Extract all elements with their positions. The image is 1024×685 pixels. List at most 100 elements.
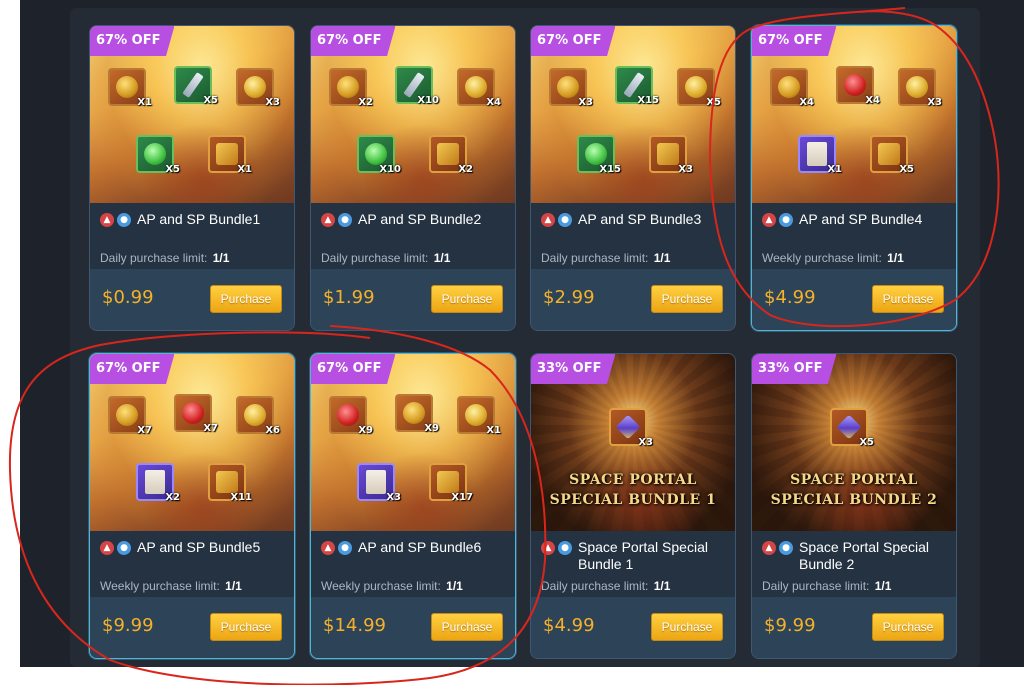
purchase-limit-label: Daily purchase limit:	[321, 251, 429, 265]
reward-item[interactable]: X3	[549, 68, 593, 108]
bundle-card[interactable]: 67% OFF X2 X10 X4 X10 X2 ▲ ● AP and SP Bundle2 Da…	[310, 25, 516, 331]
item-quantity: X9	[358, 425, 373, 436]
item-quantity: X4	[486, 97, 501, 108]
scroll-icon	[807, 142, 827, 166]
purchase-button[interactable]: Purchase	[431, 285, 503, 313]
item-quantity: X1	[137, 97, 152, 108]
reward-item[interactable]: X3	[357, 463, 401, 503]
reward-item[interactable]: X1	[208, 135, 252, 175]
sword-icon	[182, 72, 204, 98]
bundle-footer: $4.99 Purchase	[531, 597, 735, 658]
reward-item[interactable]: X7	[108, 396, 152, 436]
bundle-artwork: 67% OFF X7 X7 X6 X2 X11	[90, 354, 294, 558]
bundle-name: AP and SP Bundle6	[358, 539, 482, 555]
item-quantity: X3	[578, 97, 593, 108]
purchase-limit-value: 1/1	[212, 251, 230, 265]
bundle-card[interactable]: 67% OFF X9 X9 X1 X3 X17 ▲ ● AP and SP Bundle6 Wee…	[310, 353, 516, 659]
potion-icon	[337, 76, 359, 98]
tag-icon: ●	[558, 213, 572, 227]
reward-item[interactable]: X1	[108, 68, 152, 108]
v-emblem-icon	[878, 143, 900, 165]
coins-icon	[244, 76, 266, 98]
purchase-limit: Daily purchase limit: 1/1	[541, 579, 670, 593]
bundle-price: $4.99	[543, 615, 595, 636]
bundle-info: ▲ ● AP and SP Bundle3 Daily purchase limit:…	[531, 203, 735, 269]
reward-item[interactable]: X4	[836, 66, 880, 106]
reward-item[interactable]: X9	[395, 394, 439, 434]
reward-item[interactable]: X4	[457, 68, 501, 108]
reward-item[interactable]: X1	[798, 135, 842, 175]
reward-item[interactable]: X17	[429, 463, 473, 503]
purchase-limit-label: Daily purchase limit:	[100, 251, 208, 265]
discount-badge: 33% OFF	[531, 354, 616, 384]
fire-icon: ▲	[100, 213, 114, 227]
reward-item[interactable]: X3	[236, 68, 280, 108]
reward-item[interactable]: X4	[770, 68, 814, 108]
item-quantity: X11	[230, 492, 252, 503]
reward-item[interactable]: X7	[174, 394, 218, 434]
purchase-button[interactable]: Purchase	[872, 613, 944, 641]
reward-item[interactable]: X2	[429, 135, 473, 175]
art-title-line1: SPACE PORTAL	[790, 472, 918, 488]
bundle-info: ▲ ● Space Portal Special Bundle 2 Daily pur…	[752, 531, 956, 597]
item-quantity: X4	[865, 95, 880, 106]
tag-icon: ●	[558, 541, 572, 555]
bundle-card[interactable]: 67% OFF X3 X15 X5 X15 X3 ▲ ● AP and SP Bundle3 Da…	[530, 25, 736, 331]
purchase-limit: Daily purchase limit: 1/1	[541, 251, 670, 265]
bundle-card[interactable]: 33% OFF X3 SPACE PORTAL SPECIAL BUNDLE 1 ▲ ● S…	[530, 353, 736, 659]
purchase-limit-label: Weekly purchase limit:	[762, 251, 882, 265]
purchase-limit-value: 1/1	[653, 579, 671, 593]
discount-badge: 67% OFF	[311, 354, 396, 384]
bundle-card[interactable]: 67% OFF X7 X7 X6 X2 X11 ▲ ● AP and SP Bundle5 Wee…	[89, 353, 295, 659]
coins-icon	[244, 404, 266, 426]
bundle-info: ▲ ● AP and SP Bundle2 Daily purchase limit:…	[311, 203, 515, 269]
item-quantity: X3	[386, 492, 401, 503]
reward-item[interactable]: X2	[329, 68, 373, 108]
purchase-button[interactable]: Purchase	[872, 285, 944, 313]
item-quantity: X3	[927, 97, 942, 108]
purchase-button[interactable]: Purchase	[651, 613, 723, 641]
reward-item[interactable]: X1	[457, 396, 501, 436]
purchase-button[interactable]: Purchase	[210, 285, 282, 313]
reward-item[interactable]: X3	[609, 408, 653, 448]
purchase-button[interactable]: Purchase	[210, 613, 282, 641]
reward-item[interactable]: X10	[357, 135, 401, 175]
item-quantity: X3	[678, 164, 693, 175]
reward-item[interactable]: X6	[236, 396, 280, 436]
reward-item[interactable]: X15	[577, 135, 621, 175]
reward-item[interactable]: X3	[649, 135, 693, 175]
item-quantity: X1	[486, 425, 501, 436]
tag-icon: ●	[338, 541, 352, 555]
tag-icon: ●	[117, 213, 131, 227]
reward-item[interactable]: X11	[208, 463, 252, 503]
purchase-limit: Daily purchase limit: 1/1	[762, 579, 891, 593]
reward-item[interactable]: X3	[898, 68, 942, 108]
item-quantity: X10	[417, 95, 439, 106]
flask-icon	[144, 143, 166, 165]
purchase-limit-value: 1/1	[446, 579, 463, 593]
reward-item[interactable]: X5	[136, 135, 180, 175]
reward-item[interactable]: X9	[329, 396, 373, 436]
item-quantity: X17	[451, 492, 473, 503]
reward-item[interactable]: X2	[136, 463, 180, 503]
reward-item[interactable]: X5	[870, 135, 914, 175]
item-quantity: X1	[827, 164, 842, 175]
reward-item[interactable]: X5	[830, 408, 874, 448]
reward-item[interactable]: X5	[677, 68, 721, 108]
bundle-card[interactable]: 33% OFF X5 SPACE PORTAL SPECIAL BUNDLE 2 ▲ ● S…	[751, 353, 957, 659]
reward-item[interactable]: X15	[615, 66, 659, 106]
purchase-button[interactable]: Purchase	[651, 285, 723, 313]
fire-icon: ▲	[321, 213, 335, 227]
bundle-price: $9.99	[764, 615, 816, 636]
bundle-card[interactable]: 67% OFF X4 X4 X3 X1 X5 ▲ ● AP and SP Bundle4 Week…	[751, 25, 957, 331]
bundle-artwork: 67% OFF X2 X10 X4 X10 X2	[311, 26, 515, 230]
purchase-button[interactable]: Purchase	[431, 613, 503, 641]
item-quantity: X2	[458, 164, 473, 175]
coins-icon	[465, 404, 487, 426]
reward-item[interactable]: X10	[395, 66, 439, 106]
potion-icon	[557, 76, 579, 98]
reward-item[interactable]: X5	[174, 66, 218, 106]
potion-icon	[116, 404, 138, 426]
bundle-card[interactable]: 67% OFF X1 X5 X3 X5 X1 ▲ ● AP and SP Bundle1 Dail…	[89, 25, 295, 331]
bundle-price: $14.99	[323, 615, 386, 636]
